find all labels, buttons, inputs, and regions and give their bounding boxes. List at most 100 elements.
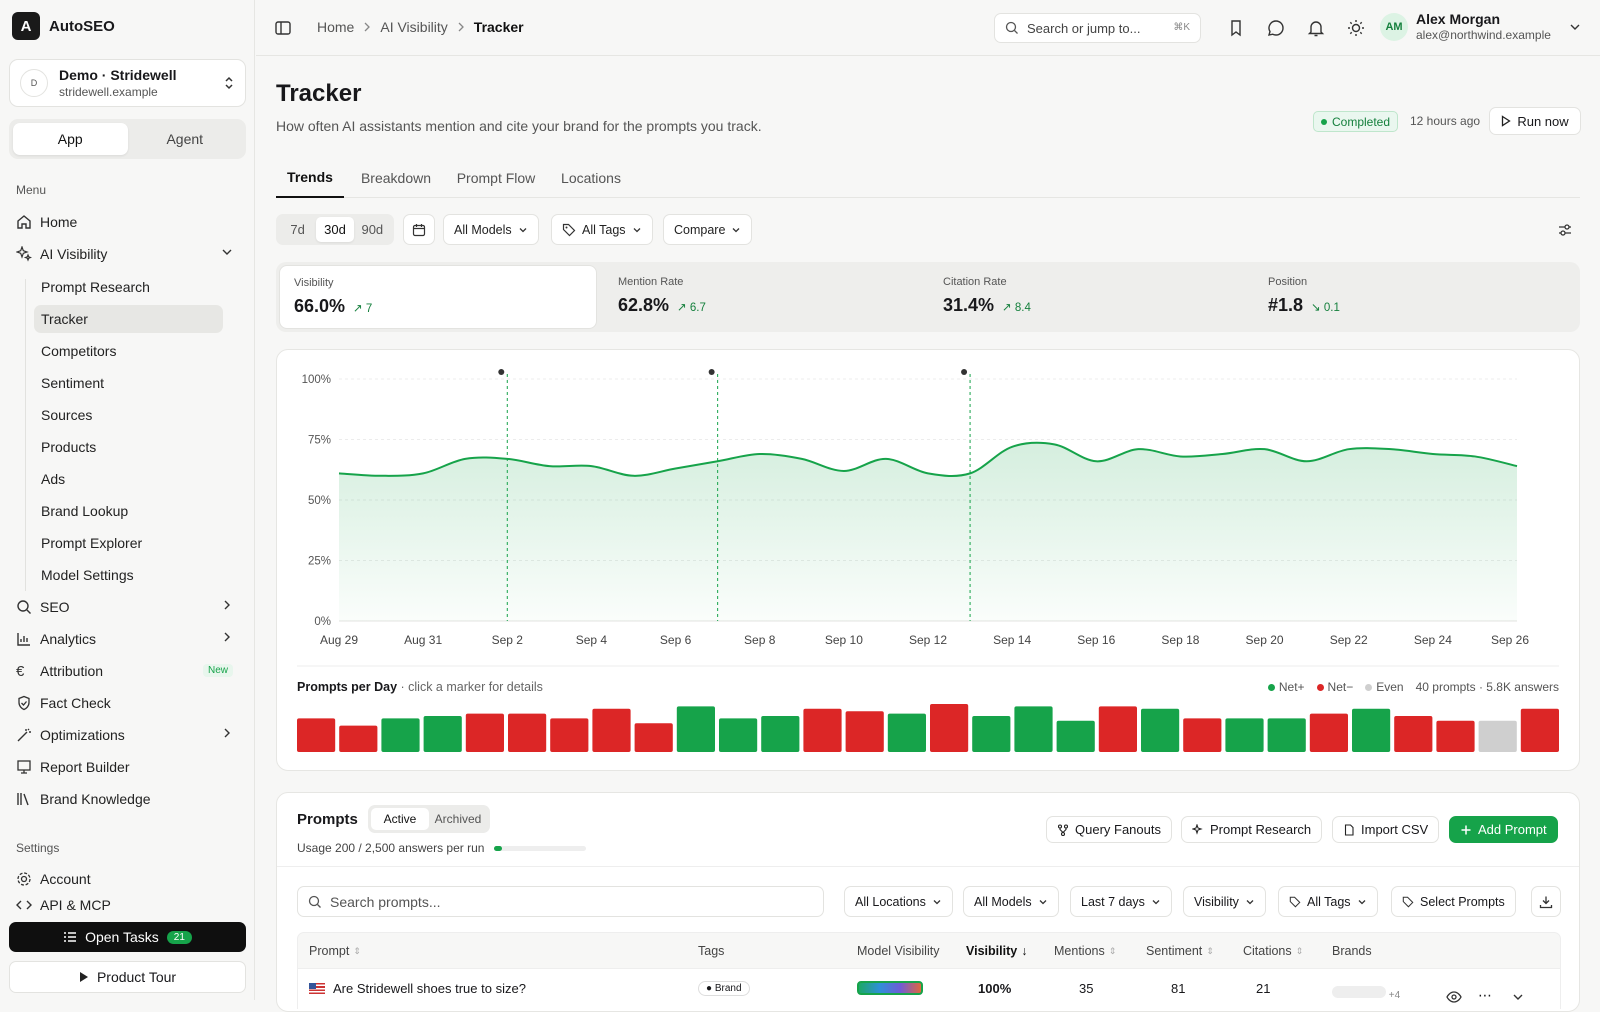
page-title: Tracker (276, 80, 362, 107)
tab-breakdown[interactable]: Breakdown (356, 157, 436, 198)
chat-icon[interactable] (1267, 19, 1285, 37)
chevron-down-icon (632, 225, 642, 235)
nav-label: Analytics (40, 631, 97, 647)
prompt-search-placeholder: Search prompts... (330, 893, 441, 910)
metric-mention-rate[interactable]: Mention Rate 62.8% ↗ 6.7 (604, 265, 922, 329)
tab-prompt-flow[interactable]: Prompt Flow (448, 157, 544, 198)
user-menu[interactable]: AM Alex Morgan alex@northwind.example (1380, 11, 1581, 42)
metric-delta: 0.1 (1323, 302, 1340, 314)
col-citations[interactable]: Citations ⇕ (1243, 944, 1303, 958)
prompts-per-day-chart[interactable] (297, 700, 1559, 752)
legend-label: Net+ (1278, 680, 1305, 694)
mode-app[interactable]: App (13, 123, 128, 155)
sub-sources[interactable]: Sources (34, 401, 223, 429)
sliders-icon[interactable] (1557, 222, 1573, 238)
open-tasks-button[interactable]: Open Tasks 21 (9, 922, 246, 952)
range-30d[interactable]: 30d (316, 217, 354, 242)
sun-icon[interactable] (1347, 19, 1365, 37)
range-90d[interactable]: 90d (354, 217, 391, 242)
filter-visibility[interactable]: Visibility (1183, 886, 1266, 917)
nav-api-mcp[interactable]: API & MCP (16, 897, 245, 913)
prompt-research-button[interactable]: Prompt Research (1181, 816, 1323, 843)
sidebar-toggle-icon[interactable] (274, 19, 292, 37)
sub-prompt-explorer[interactable]: Prompt Explorer (34, 529, 223, 557)
arrow-up-right-icon: ↗ (1002, 302, 1012, 314)
run-now-button[interactable]: Run now (1489, 107, 1581, 135)
tab-archived[interactable]: Archived (429, 808, 487, 830)
tab-active[interactable]: Active (371, 808, 429, 830)
tab-locations[interactable]: Locations (556, 157, 626, 198)
filter-locations[interactable]: All Locations (844, 886, 953, 917)
day-bar (1436, 720, 1475, 752)
sub-ads[interactable]: Ads (34, 465, 223, 493)
filter-date[interactable]: Last 7 days (1070, 886, 1172, 917)
metric-visibility[interactable]: Visibility 66.0% ↗ 7 (279, 265, 597, 329)
col-sentiment[interactable]: Sentiment ⇕ (1146, 944, 1214, 958)
sub-model-settings[interactable]: Model Settings (34, 561, 223, 589)
workspace-switcher[interactable]: D Demo · Stridewell stridewell.example (9, 59, 246, 107)
nav-optimizations[interactable]: Optimizations (16, 721, 245, 749)
filter-models[interactable]: All Models (963, 886, 1059, 917)
col-visibility[interactable]: Visibility ↓ (966, 944, 1027, 958)
metric-delta: 7 (365, 303, 373, 315)
tags-filter[interactable]: All Tags (551, 214, 653, 245)
date-picker-button[interactable] (403, 214, 435, 245)
x-tick-label: Sep 14 (993, 633, 1031, 647)
more-icon[interactable]: ⋯ (1478, 987, 1492, 1004)
day-bar (1309, 713, 1348, 752)
cell-citations: 21 (1256, 981, 1271, 996)
table-row[interactable]: Are Stridewell shoes true to size? ● Bra… (297, 969, 1561, 1009)
bookmark-icon[interactable] (1227, 19, 1245, 37)
metric-delta: 6.7 (689, 302, 706, 314)
select-prompts-button[interactable]: Select Prompts (1391, 886, 1516, 917)
visibility-line-chart[interactable]: 0% 25% 50% 75% 100% Aug 29 Aug 31 Sep 2 Sep 4 Sep… (277, 350, 1579, 670)
day-bar (761, 716, 800, 752)
add-prompt-button[interactable]: Add Prompt (1449, 816, 1558, 843)
sub-prompt-research[interactable]: Prompt Research (34, 273, 223, 301)
global-search[interactable]: Search or jump to... ⌘K (994, 13, 1201, 43)
day-bar (508, 713, 547, 752)
nav-account[interactable]: Account (16, 865, 245, 893)
sub-sentiment[interactable]: Sentiment (34, 369, 223, 397)
metric-citation-rate[interactable]: Citation Rate 31.4% ↗ 8.4 (929, 265, 1247, 329)
app-brand[interactable]: A AutoSEO (12, 12, 115, 40)
sub-competitors[interactable]: Competitors (34, 337, 223, 365)
product-tour-button[interactable]: Product Tour (9, 961, 246, 993)
col-prompt[interactable]: Prompt ⇕ (309, 944, 361, 958)
nav-ai-visibility[interactable]: AI Visibility (16, 240, 245, 268)
nav-report-builder[interactable]: Report Builder (16, 753, 245, 781)
workspace-domain: stridewell.example (59, 85, 158, 99)
range-7d[interactable]: 7d (279, 217, 316, 242)
y-tick-label: 50% (308, 495, 331, 507)
bell-icon[interactable] (1307, 19, 1325, 37)
query-fanouts-button[interactable]: Query Fanouts (1046, 816, 1172, 843)
tab-trends[interactable]: Trends (276, 157, 344, 198)
metric-position[interactable]: Position #1.8 ↘ 0.1 (1254, 265, 1572, 329)
nav-fact-check[interactable]: Fact Check (16, 689, 245, 717)
mode-agent[interactable]: Agent (128, 123, 243, 155)
crumb-home[interactable]: Home (317, 19, 354, 35)
download-icon (1539, 895, 1553, 909)
import-csv-button[interactable]: Import CSV (1332, 816, 1440, 843)
col-mentions[interactable]: Mentions ⇕ (1054, 944, 1116, 958)
download-button[interactable] (1531, 886, 1561, 917)
nav-attribution[interactable]: € Attribution New (16, 657, 245, 685)
nav-brand-knowledge[interactable]: Brand Knowledge (16, 785, 245, 813)
chevron-down-icon[interactable] (1512, 991, 1524, 1003)
prompt-search-input[interactable]: Search prompts... (297, 886, 824, 917)
prompts-title: Prompts (297, 811, 358, 828)
eye-icon[interactable] (1446, 991, 1462, 1003)
compare-filter[interactable]: Compare (663, 214, 753, 245)
crumb-ai-visibility[interactable]: AI Visibility (380, 19, 447, 35)
nav-seo[interactable]: SEO (16, 593, 245, 621)
filter-tags[interactable]: All Tags (1278, 886, 1378, 917)
chevron-right-icon (221, 727, 233, 739)
sub-tracker[interactable]: Tracker (34, 305, 223, 333)
models-filter[interactable]: All Models (443, 214, 539, 245)
status-label: Completed (1332, 114, 1391, 129)
x-tick-label: Sep 24 (1414, 633, 1452, 647)
sub-products[interactable]: Products (34, 433, 223, 461)
nav-home[interactable]: Home (16, 208, 245, 236)
sub-brand-lookup[interactable]: Brand Lookup (34, 497, 223, 525)
nav-analytics[interactable]: Analytics (16, 625, 245, 653)
